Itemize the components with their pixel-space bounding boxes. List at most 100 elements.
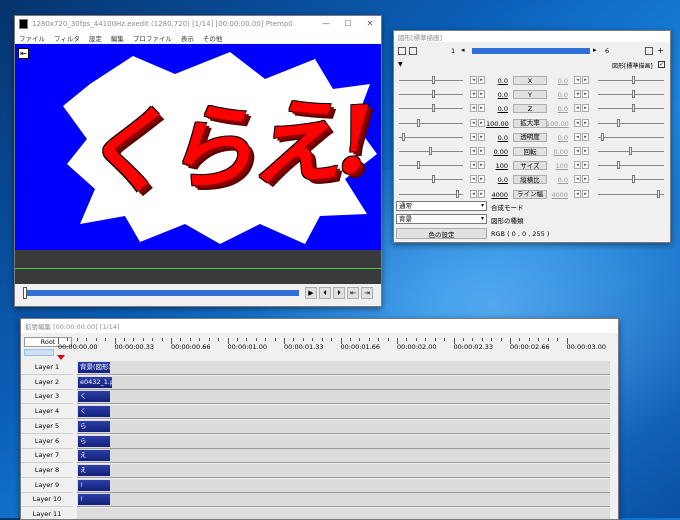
param-button-size[interactable]: サイズ [513,161,547,171]
layer-track[interactable]: え [77,463,610,478]
param-right-arrows[interactable]: ◂ ▸ [574,147,589,155]
layer-track[interactable]: ら [77,434,610,449]
layer-track[interactable]: く [77,390,610,405]
param-right-value[interactable]: 100 [546,162,568,170]
layer-track[interactable]: ら [77,419,610,434]
layer-name-button[interactable]: Layer 8 [21,463,73,478]
layer-track[interactable]: え [77,449,610,464]
param-slider-left-thumb[interactable] [429,147,432,155]
param-left-value[interactable]: 0.0 [486,134,508,142]
frame-left-arrow[interactable]: ◂ [461,46,465,54]
param-left-arrows[interactable]: ◂ ▸ [470,132,485,141]
param-right-arrows[interactable]: ◂ ▸ [574,161,589,170]
param-button-z[interactable]: Z [513,104,547,114]
param-right-value[interactable]: 100.00 [546,120,569,128]
param-left-value[interactable]: 0.0 [486,77,508,85]
param-slider-left-thumb[interactable] [432,104,435,113]
param-right-value[interactable]: 0.0 [546,134,568,142]
layer-track[interactable]: く [77,405,610,420]
close-button[interactable]: ✕ [359,16,381,32]
param-left-arrows[interactable]: ◂ ▸ [470,189,485,198]
preview-canvas[interactable]: ⇤ くらえ! [15,44,381,250]
layer-name-button[interactable]: Layer 11 [21,508,73,519]
frame-slider[interactable] [472,48,590,54]
param-button-y[interactable]: Y [513,90,547,100]
param-slider-right-thumb[interactable] [632,175,636,184]
param-slider-right-thumb[interactable] [632,104,636,113]
param-right-arrows[interactable]: ◂ ▸ [574,189,589,198]
seek-handle[interactable] [23,287,27,299]
param-button-x[interactable]: X [513,76,547,85]
param-slider-left[interactable] [399,165,463,167]
param-right-arrows[interactable]: ◂ ▸ [574,175,589,184]
seek-bar[interactable] [23,290,299,296]
param-button-scale[interactable]: 拡大率 [513,118,547,128]
param-slider-right[interactable] [598,80,664,81]
menu-view[interactable]: 表示 [181,33,194,43]
param-slider-right[interactable] [598,193,664,195]
menu-other[interactable]: その他 [203,33,223,43]
param-left-value[interactable]: 4000 [486,191,508,199]
split-icon[interactable] [409,47,417,55]
param-slider-left[interactable] [399,108,463,110]
param-right-arrows[interactable]: ◂ ▸ [574,76,589,84]
layer-name-button[interactable]: Layer 2 [21,375,73,390]
param-left-arrows[interactable]: ◂ ▸ [470,76,485,84]
param-slider-left-thumb[interactable] [402,132,405,141]
layer-name-button[interactable]: Layer 7 [21,449,73,464]
param-right-arrows[interactable]: ◂ ▸ [574,90,589,99]
menu-file[interactable]: ファイル [19,33,45,43]
menu-settings[interactable]: 設定 [89,33,102,43]
layer-track[interactable]: 背景(図形) [77,361,610,375]
param-slider-left-thumb[interactable] [432,90,435,99]
layer-track[interactable]: e0432_1.png [77,375,610,390]
shape-type-dropdown[interactable]: 背景 [396,214,487,224]
timeline-clip[interactable]: え [78,450,110,462]
first-frame-button[interactable]: ⇤ [347,287,359,299]
param-slider-right-thumb[interactable] [616,118,620,127]
param-left-arrows[interactable]: ◂ ▸ [470,161,485,170]
param-slider-left[interactable] [399,193,463,195]
param-left-arrows[interactable]: ◂ ▸ [470,175,485,184]
layer-name-button[interactable]: Layer 10 [21,493,73,508]
param-button-opacity[interactable]: 透明度 [513,132,547,142]
play-button[interactable]: ▶ [305,287,317,299]
time-ruler[interactable]: 00:00:00.00 00:00:00.33 00:00:00.66 00:00:0… [56,338,612,358]
param-left-arrows[interactable]: ◂ ▸ [470,147,485,155]
last-frame-button[interactable]: ⇥ [361,287,373,299]
param-slider-right-thumb[interactable] [632,90,636,99]
param-left-value[interactable]: 100 [486,162,508,170]
param-slider-right-thumb[interactable] [656,189,660,198]
param-slider-right-thumb[interactable] [632,76,636,84]
param-right-value[interactable]: 0.0 [546,91,568,99]
param-slider-right[interactable] [598,136,664,138]
menu-profile[interactable]: プロファイル [133,33,172,43]
timeline-clip[interactable]: え [78,464,110,476]
blend-mode-dropdown[interactable]: 通常 [396,201,487,211]
camera-icon[interactable] [398,47,406,55]
pin-icon[interactable] [645,47,653,55]
prev-frame-button[interactable]: ⏴ [319,287,331,299]
collapse-icon[interactable]: ▼ [398,61,403,68]
minimize-button[interactable]: — [315,16,337,32]
param-left-value[interactable]: 0.0 [486,91,508,99]
param-button-rotation[interactable]: 回転 [513,147,547,156]
timeline-clip[interactable]: く [78,406,110,418]
param-slider-left[interactable] [399,179,463,181]
root-scroll[interactable] [24,349,54,356]
param-left-value[interactable]: 0.0 [486,176,508,184]
param-left-value[interactable]: 0.0 [486,105,508,113]
param-slider-right[interactable] [598,94,664,96]
layer-name-button[interactable]: Layer 9 [21,478,73,493]
timeline-clip[interactable]: ら [78,435,110,447]
timeline-clip[interactable]: く [78,391,110,403]
param-left-value[interactable]: 0.00 [486,148,508,156]
layer-name-button[interactable]: Layer 1 [21,361,73,375]
param-left-arrows[interactable]: ◂ ▸ [470,118,485,127]
param-right-value[interactable]: 4000 [546,191,568,199]
param-slider-left[interactable] [399,94,463,96]
layer-track[interactable] [77,508,610,519]
param-button-linewidth[interactable]: ライン幅 [513,189,547,199]
param-right-value[interactable]: 0.0 [546,77,568,85]
param-left-arrows[interactable]: ◂ ▸ [470,90,485,99]
